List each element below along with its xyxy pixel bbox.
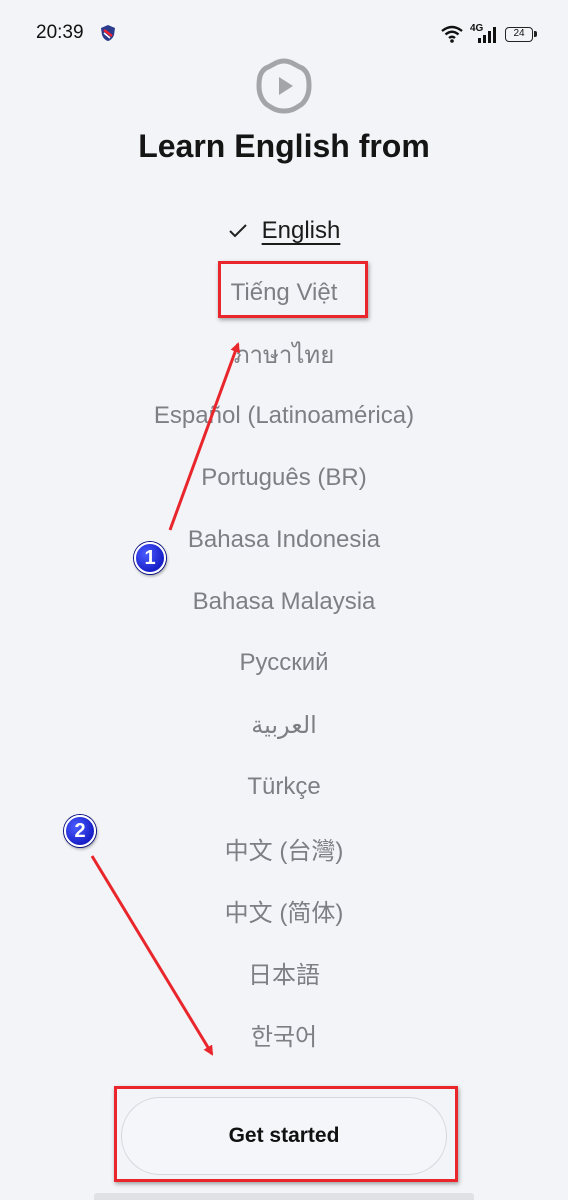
language-option-thai[interactable]: ภาษาไทย <box>0 324 568 386</box>
annotation-highlight-box <box>218 261 368 318</box>
language-option-bahasa-indonesia[interactable]: Bahasa Indonesia <box>0 509 568 571</box>
language-option-bahasa-malaysia[interactable]: Bahasa Malaysia <box>0 571 568 633</box>
language-label: Türkçe <box>247 773 321 801</box>
language-label: Bahasa Indonesia <box>187 525 381 553</box>
battery-icon: 24 <box>505 27 537 42</box>
language-option-turkish[interactable]: Türkçe <box>0 756 568 818</box>
language-option-chinese-simplified[interactable]: 中文 (简体) <box>0 880 568 942</box>
language-option-spanish-latam[interactable]: Español (Latinoamérica) <box>0 385 568 447</box>
language-label: 中文 (台灣) <box>224 838 344 866</box>
language-option-japanese[interactable]: 日本語 <box>0 942 568 1004</box>
annotation-step-badge: 1 <box>134 542 166 574</box>
app-logo-icon <box>256 58 312 114</box>
language-option-russian[interactable]: Русский <box>0 633 568 695</box>
language-option-arabic[interactable]: العربية <box>0 694 568 756</box>
language-label: ภาษาไทย <box>233 341 335 369</box>
language-label: Português (BR) <box>201 464 367 492</box>
status-time: 20:39 <box>36 22 84 43</box>
page-title: Learn English from <box>138 128 430 164</box>
language-label: Español (Latinoamérica) <box>153 402 415 430</box>
navigation-bar <box>94 1193 474 1200</box>
signal-icon <box>478 27 496 43</box>
language-list: English Tiếng Việt ภาษาไทย Español (Lati… <box>0 200 568 1065</box>
language-option-english[interactable]: English <box>0 200 568 262</box>
language-label: العربية <box>251 711 317 739</box>
language-label: English <box>261 216 341 244</box>
language-label: Русский <box>239 649 329 677</box>
annotation-step-badge: 2 <box>64 815 96 847</box>
annotation-highlight-box <box>114 1086 458 1182</box>
wifi-icon <box>441 25 463 43</box>
check-icon <box>228 224 247 238</box>
language-option-portuguese-br[interactable]: Português (BR) <box>0 447 568 509</box>
language-option-korean[interactable]: 한국어 <box>0 1003 568 1065</box>
language-label: Bahasa Malaysia <box>192 587 376 615</box>
language-label: 한국어 <box>250 1023 318 1051</box>
language-label: 日本語 <box>248 961 320 989</box>
battery-level: 24 <box>513 28 525 39</box>
language-label: 中文 (简体) <box>224 900 344 928</box>
shield-icon <box>101 25 115 41</box>
